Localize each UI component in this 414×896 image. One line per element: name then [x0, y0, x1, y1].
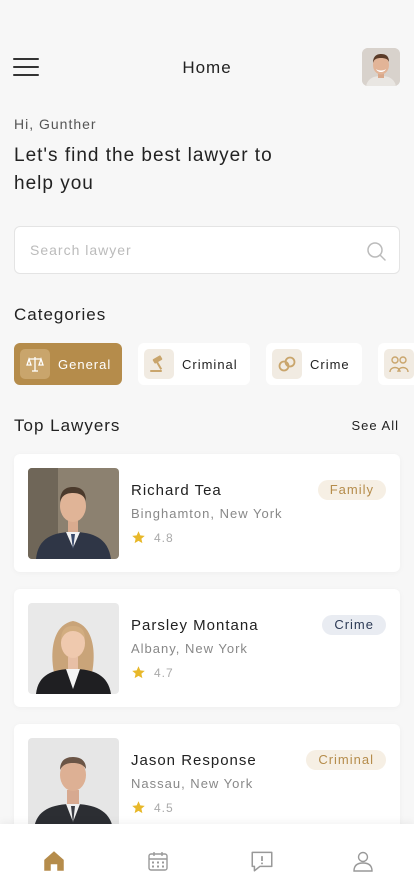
tab-profile[interactable]: [348, 846, 378, 876]
rating: 4.8: [131, 530, 174, 545]
scales-icon: [20, 349, 50, 379]
lawyer-location: Albany, New York: [131, 641, 248, 656]
lawyer-photo: [28, 738, 119, 829]
lawyer-name: Richard Tea: [131, 482, 222, 499]
star-icon: [132, 801, 145, 814]
avatar[interactable]: [362, 48, 400, 86]
calendar-icon: [148, 852, 168, 871]
category-family[interactable]: [378, 343, 414, 385]
top-lawyers-title: Top Lawyers: [14, 416, 121, 435]
chat-alert-icon: [251, 851, 273, 872]
home-icon: [44, 851, 64, 871]
handcuffs-icon: [272, 349, 302, 379]
lawyer-photo: [28, 468, 119, 559]
rating-value: 4.7: [154, 665, 174, 680]
category-badge: Family: [317, 480, 386, 500]
rating-value: 4.5: [154, 800, 174, 815]
lawyer-location: Binghamton, New York: [131, 506, 283, 521]
headline: Let's find the best lawyer to help you: [14, 145, 273, 194]
category-list: General Criminal Crime: [14, 343, 414, 385]
search-box[interactable]: [14, 226, 400, 274]
lawyer-location: Nassau, New York: [131, 776, 254, 791]
tab-calendar[interactable]: [143, 846, 173, 876]
lawyer-photo: [28, 603, 119, 694]
lawyer-name: Parsley Montana: [131, 617, 259, 634]
category-general[interactable]: General: [14, 343, 122, 385]
lawyer-card[interactable]: Parsley Montana Albany, New York 4.7 Cri…: [14, 589, 400, 707]
tab-bar: [0, 824, 414, 896]
greeting: Hi, Gunther: [14, 116, 97, 132]
category-label: Crime: [310, 356, 350, 372]
tab-home[interactable]: [39, 846, 69, 876]
tab-messages[interactable]: [247, 846, 277, 876]
category-label: Criminal: [182, 356, 238, 372]
page-title: Home: [182, 58, 232, 77]
category-crime[interactable]: Crime: [266, 343, 362, 385]
profile-icon: [353, 851, 373, 872]
rating: 4.5: [131, 800, 174, 815]
rating-value: 4.8: [154, 530, 174, 545]
header: Home: [0, 44, 414, 90]
star-icon: [132, 531, 145, 544]
lawyer-card[interactable]: Richard Tea Binghamton, New York 4.8 Fam…: [14, 454, 400, 572]
gavel-icon: [144, 349, 174, 379]
search-input[interactable]: [30, 227, 350, 273]
search-icon[interactable]: [365, 240, 387, 262]
star-icon: [132, 666, 145, 679]
category-label: General: [58, 356, 112, 372]
see-all-link[interactable]: See All: [352, 418, 399, 433]
rating: 4.7: [131, 665, 174, 680]
lawyer-name: Jason Response: [131, 752, 257, 769]
category-badge: Criminal: [306, 750, 386, 770]
categories-title: Categories: [14, 305, 107, 324]
category-badge: Crime: [322, 615, 386, 635]
family-icon: [384, 349, 414, 379]
category-criminal[interactable]: Criminal: [138, 343, 250, 385]
